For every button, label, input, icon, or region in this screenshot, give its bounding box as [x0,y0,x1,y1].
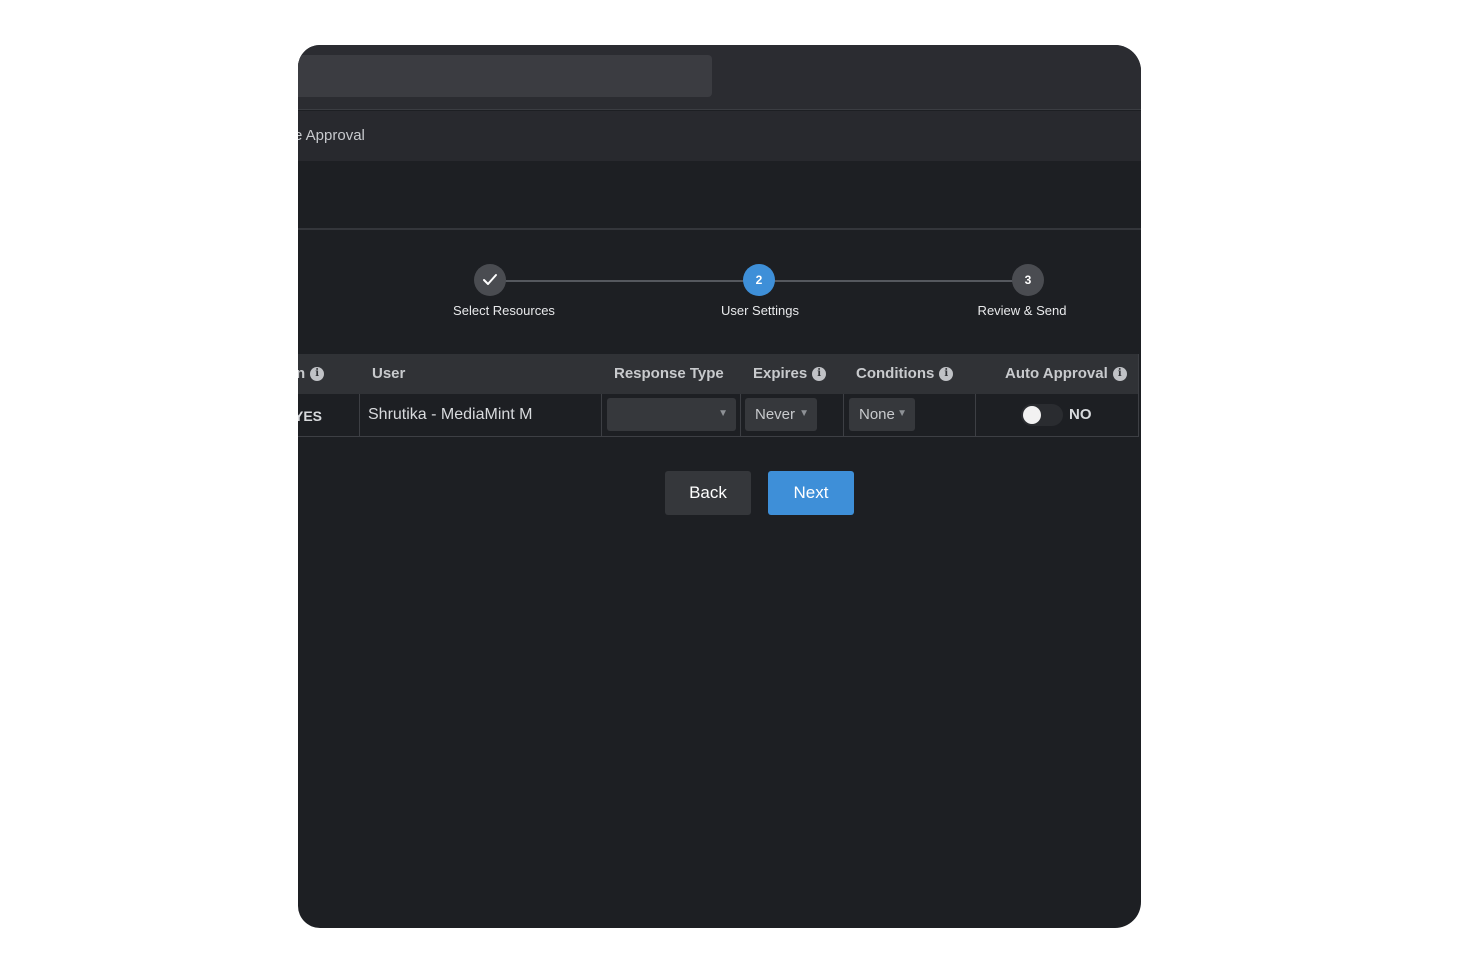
conditions-value: None [859,406,895,423]
column-header-user: User [372,365,406,382]
step-connector-2 [774,280,1028,282]
step-3-circle[interactable]: 3 [1012,264,1044,296]
column-header-conditions: Conditions i [856,365,954,382]
row-user-value: Shrutika - MediaMint M [368,406,533,423]
chevron-down-icon: ▼ [718,408,728,419]
next-button[interactable]: Next [768,471,854,515]
response-type-select[interactable]: ▼ [607,398,736,431]
column-header-expires: Expires i [753,365,827,382]
row-first-value: YES [298,408,323,424]
chevron-down-icon: ▼ [799,408,809,419]
column-header-first: n i [298,365,325,382]
cell-divider [975,394,976,437]
column-header-auto-approval: Auto Approval i [1005,365,1127,382]
chevron-down-icon: ▼ [897,408,907,419]
conditions-select[interactable]: None ▼ [849,398,915,431]
step-2-circle[interactable]: 2 [743,264,775,296]
cell-divider [359,394,360,437]
back-button[interactable]: Back [665,471,751,515]
table-edge [1138,354,1139,437]
step-3-label: Review & Send [977,303,1067,318]
step-connector-1 [504,280,758,282]
check-icon [483,274,497,285]
info-icon[interactable]: i [939,366,954,381]
cell-divider [843,394,844,437]
info-icon[interactable]: i [310,366,325,381]
cell-divider [601,394,602,437]
step-1-label: Select Resources [453,303,555,318]
toggle-knob [1023,406,1041,424]
info-icon[interactable]: i [812,366,827,381]
auto-approval-label: NO [1069,406,1092,423]
info-icon[interactable]: i [1112,366,1127,381]
expires-value: Never [755,406,796,423]
step-2-label: User Settings [720,303,800,318]
stepper: Select Resources 2 User Settings 3 Revie… [298,45,1141,345]
step-1-circle[interactable] [474,264,506,296]
cell-divider [740,394,741,437]
column-header-response-type: Response Type [614,365,724,382]
app-window: e Approval Select Resources 2 User Setti… [298,45,1141,928]
auto-approval-toggle[interactable] [1021,404,1063,426]
expires-select[interactable]: Never ▼ [745,398,817,431]
